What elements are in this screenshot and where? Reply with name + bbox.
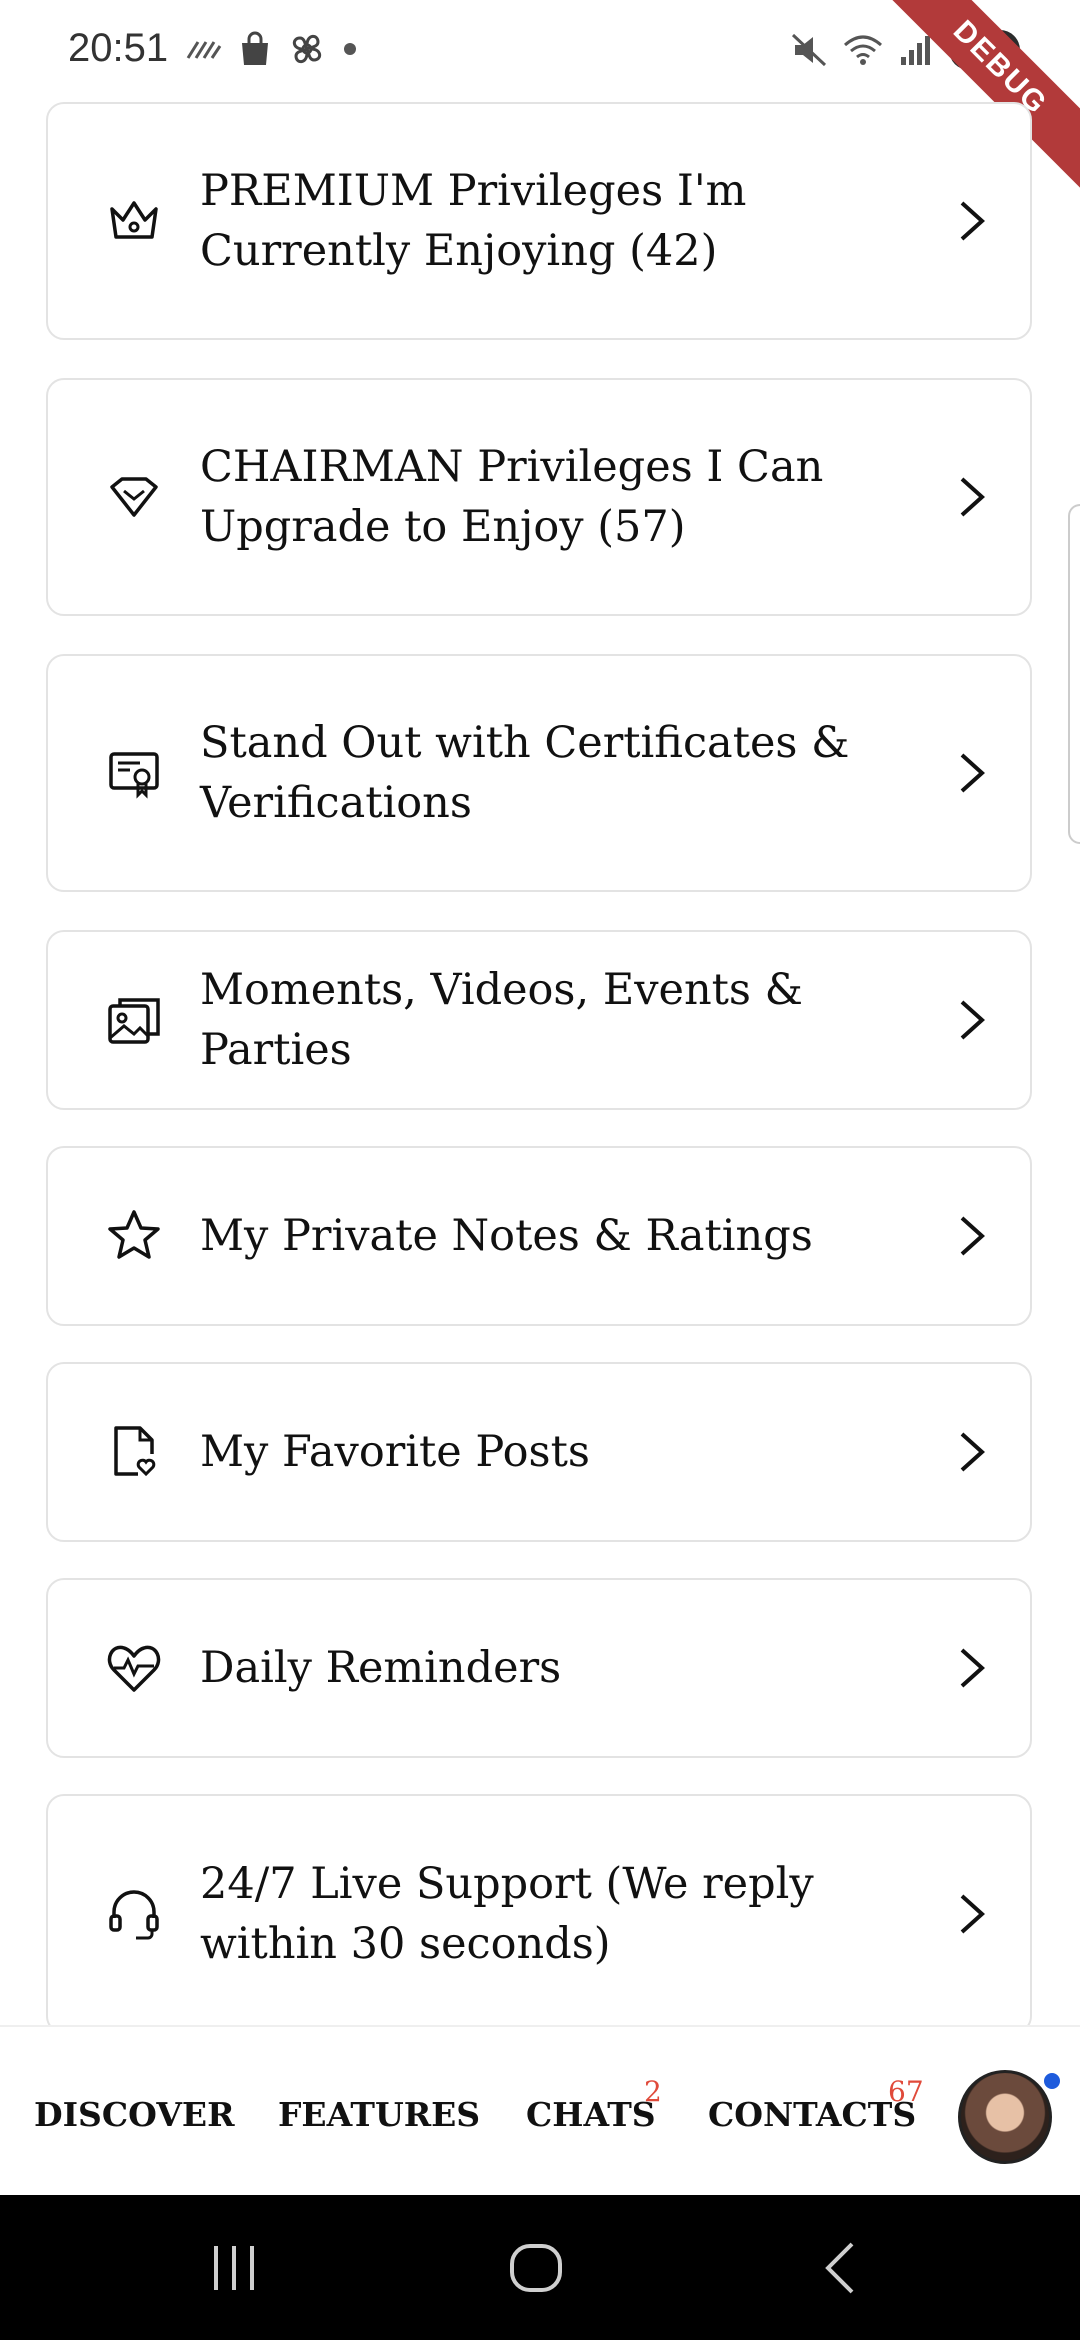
chevron-right-icon xyxy=(960,477,985,517)
nav-features[interactable]: FEATURES xyxy=(278,2095,480,2134)
menu-item-private-notes[interactable]: My Private Notes & Ratings xyxy=(46,1146,1032,1326)
menu-item-daily-reminders[interactable]: Daily Reminders xyxy=(46,1578,1032,1758)
bottom-navigation: DISCOVER FEATURES CHATS 2 CONTACTS 67 xyxy=(0,2025,1080,2197)
profile-avatar[interactable] xyxy=(958,2070,1052,2164)
status-time: 20:51 xyxy=(68,26,169,70)
chevron-right-icon xyxy=(960,1894,985,1934)
menu-list: PREMIUM Privileges I'm Currently Enjoyin… xyxy=(0,100,1080,2025)
contacts-badge: 67 xyxy=(888,2075,924,2108)
mute-icon xyxy=(792,33,827,67)
favorite-document-icon xyxy=(114,1426,156,1477)
menu-item-label: 24/7 Live Support (We reply within 30 se… xyxy=(200,1859,814,1969)
nav-contacts[interactable]: CONTACTS xyxy=(708,2095,916,2134)
nav-discover[interactable]: DISCOVER xyxy=(34,2095,235,2134)
cellular-signal-icon xyxy=(901,36,931,65)
heart-pulse-icon xyxy=(107,1645,161,1692)
menu-item-label: My Favorite Posts xyxy=(200,1427,590,1477)
menu-item-premium-privileges[interactable]: PREMIUM Privileges I'm Currently Enjoyin… xyxy=(46,102,1032,340)
diamond-icon xyxy=(110,477,158,517)
menu-item-label: Daily Reminders xyxy=(200,1643,562,1693)
menu-item-moments[interactable]: Moments, Videos, Events & Parties xyxy=(46,930,1032,1110)
back-icon[interactable] xyxy=(814,2240,870,2296)
status-bar: 20:51 100 DEBUG xyxy=(0,0,1080,194)
chevron-right-icon xyxy=(960,1216,985,1256)
menu-item-certificates[interactable]: Stand Out with Certificates & Verificati… xyxy=(46,654,1032,892)
menu-item-favorite-posts[interactable]: My Favorite Posts xyxy=(46,1362,1032,1542)
wifi-icon xyxy=(844,35,883,65)
chevron-right-icon xyxy=(960,1432,985,1472)
menu-item-live-support[interactable]: 24/7 Live Support (We reply within 30 se… xyxy=(46,1794,1032,2025)
chevron-right-icon xyxy=(960,1000,985,1040)
shopping-bag-icon xyxy=(242,31,268,65)
home-icon[interactable] xyxy=(508,2240,564,2296)
notification-dot-icon xyxy=(344,43,356,55)
pinwheel-icon xyxy=(292,34,322,64)
recent-apps-icon[interactable] xyxy=(206,2240,262,2296)
gallery-icon xyxy=(108,998,160,1044)
menu-item-label: PREMIUM Privileges I'm Currently Enjoyin… xyxy=(200,166,747,276)
menu-item-label: Moments, Videos, Events & Parties xyxy=(200,965,803,1075)
system-navigation-bar xyxy=(0,2195,1080,2340)
chevron-right-icon xyxy=(960,1648,985,1688)
menu-item-chairman-privileges[interactable]: CHAIRMAN Privileges I Can Upgrade to Enj… xyxy=(46,378,1032,616)
online-status-dot xyxy=(1044,2073,1060,2089)
chats-badge: 2 xyxy=(644,2075,662,2108)
menu-item-label: CHAIRMAN Privileges I Can Upgrade to Enj… xyxy=(200,442,824,552)
signal-strength-icon xyxy=(186,41,222,59)
certificate-icon xyxy=(109,752,159,799)
menu-item-label: My Private Notes & Ratings xyxy=(200,1211,813,1261)
chevron-right-icon xyxy=(960,753,985,793)
headset-icon xyxy=(109,1890,159,1940)
menu-item-label: Stand Out with Certificates & Verificati… xyxy=(200,718,850,828)
nav-chats[interactable]: CHATS xyxy=(526,2095,656,2134)
crown-icon xyxy=(110,201,158,239)
scrollbar[interactable] xyxy=(1068,504,1080,844)
chevron-right-icon xyxy=(960,201,985,241)
star-icon xyxy=(108,1210,160,1259)
